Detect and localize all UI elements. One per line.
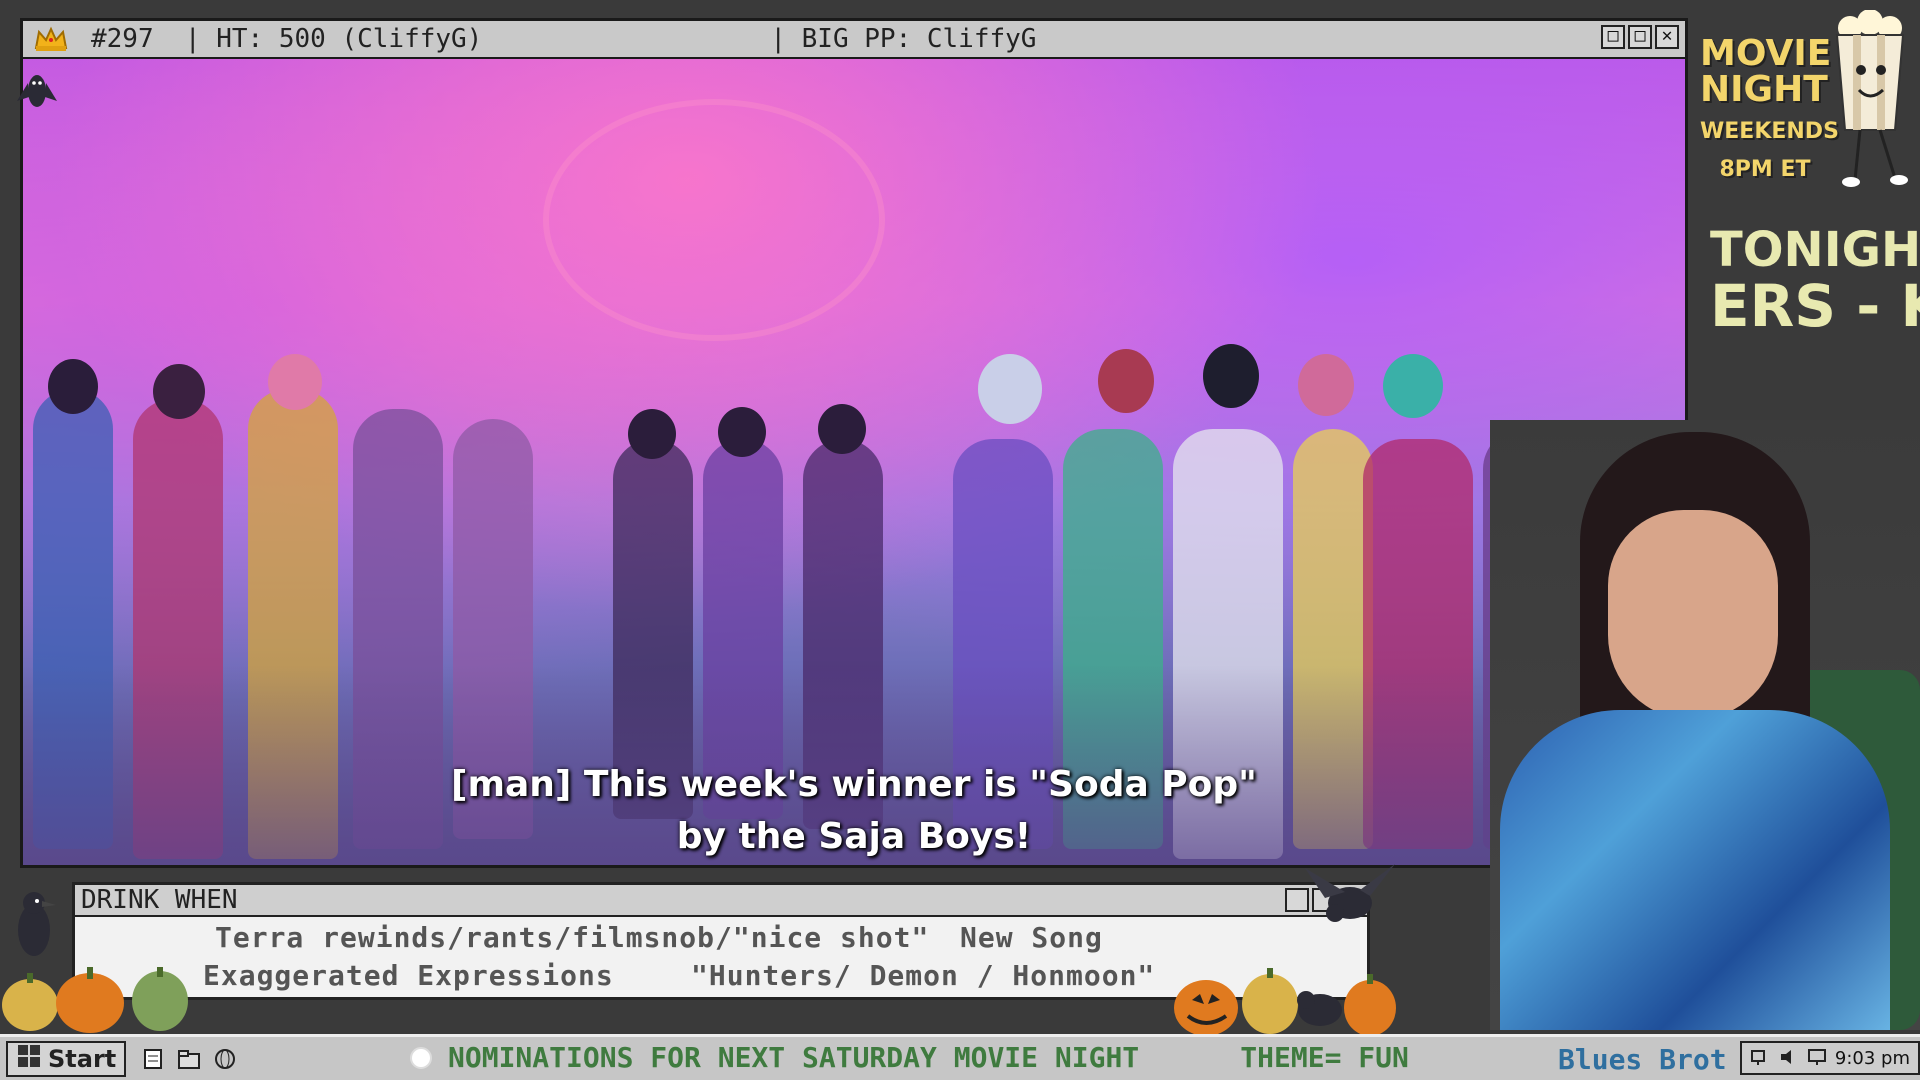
movie-night-schedule-1: WEEKENDS [1700, 119, 1839, 144]
close-button[interactable]: ✕ [1655, 25, 1679, 49]
nominations-ticker: NOMINATIONS FOR NEXT SATURDAY MOVIE NIGH… [410, 1041, 1409, 1074]
taskbar-clock[interactable]: 9:03 pm [1835, 1048, 1910, 1069]
bat-icon [17, 61, 57, 125]
movie-night-schedule-2: 8PM ET [1719, 157, 1811, 182]
pumpkin-icon [1170, 960, 1400, 1044]
video-frame[interactable]: [man] This week's winner is "Soda Pop" b… [23, 59, 1685, 865]
folder-icon[interactable] [176, 1046, 202, 1072]
system-tray: 9:03 pm [1740, 1041, 1920, 1075]
movie-night-logo: MOVIE NIGHT WEEKENDS 8PM ET [1700, 33, 1839, 184]
movie-night-title-1: MOVIE [1700, 33, 1832, 74]
pumpkin-icon [0, 955, 200, 1039]
start-button[interactable]: Start [6, 1040, 127, 1077]
subtitle-line-2: by the Saja Boys! [676, 816, 1032, 857]
video-subtitle: [man] This week's winner is "Soda Pop" b… [23, 759, 1685, 863]
tonight-label: TONIGHT: [1710, 222, 1920, 278]
popcorn-mascot-icon [1825, 9, 1915, 194]
drink-rule-3: Exaggerated Expressions [203, 959, 614, 992]
notepad-icon[interactable] [140, 1046, 166, 1072]
movie-night-title-2: NIGHT [1700, 69, 1828, 110]
webcam-face [1608, 510, 1778, 720]
window-titlebar[interactable]: #297 | HT: 500 (CliffyG) | BIG PP: Cliff… [23, 21, 1685, 59]
quick-launch [140, 1046, 238, 1072]
drink-when-titlebar[interactable]: DRINK WHEN [75, 885, 1367, 917]
window-title-leader: | BIG PP: CliffyG [770, 24, 1037, 54]
drink-when-title: DRINK WHEN [81, 885, 238, 915]
browser-icon[interactable] [212, 1046, 238, 1072]
monitor-icon[interactable] [1806, 1043, 1828, 1074]
ticker-text: NOMINATIONS FOR NEXT SATURDAY MOVIE NIGH… [448, 1041, 1409, 1074]
crow-icon [1305, 858, 1395, 942]
tonight-marquee: ERS - K [1710, 272, 1920, 340]
drink-rule-4: "Hunters/ Demon / Honmoon" [691, 959, 1156, 992]
subtitle-line-1: [man] This week's winner is "Soda Pop" [451, 764, 1257, 805]
ticker-bullet-icon [410, 1046, 432, 1069]
windows-logo-icon [16, 1043, 42, 1075]
network-icon[interactable] [1750, 1043, 1772, 1074]
video-window: #297 | HT: 500 (CliffyG) | BIG PP: Cliff… [17, 18, 1688, 868]
drink-rule-2: New Song [960, 921, 1103, 954]
maximize-button[interactable]: □ [1628, 25, 1652, 49]
window-title-stats: #297 | HT: 500 (CliffyG) [91, 24, 483, 54]
window-controls: □ □ ✕ [1601, 25, 1679, 49]
stage-globe [543, 99, 885, 341]
webcam-feed [1490, 420, 1920, 1030]
taskbar: Start NOMINATIONS FOR NEXT SATURDAY MOVI… [0, 1034, 1920, 1080]
drink-rule-1: Terra rewinds/rants/filmsnob/"nice shot" [215, 921, 930, 954]
volume-icon[interactable] [1778, 1043, 1800, 1074]
start-label: Start [48, 1044, 117, 1073]
now-playing-text: Blues Brot [1558, 1043, 1727, 1076]
webcam-shirt [1500, 710, 1890, 1030]
crown-icon [31, 25, 71, 53]
minimize-button[interactable]: □ [1601, 25, 1625, 49]
